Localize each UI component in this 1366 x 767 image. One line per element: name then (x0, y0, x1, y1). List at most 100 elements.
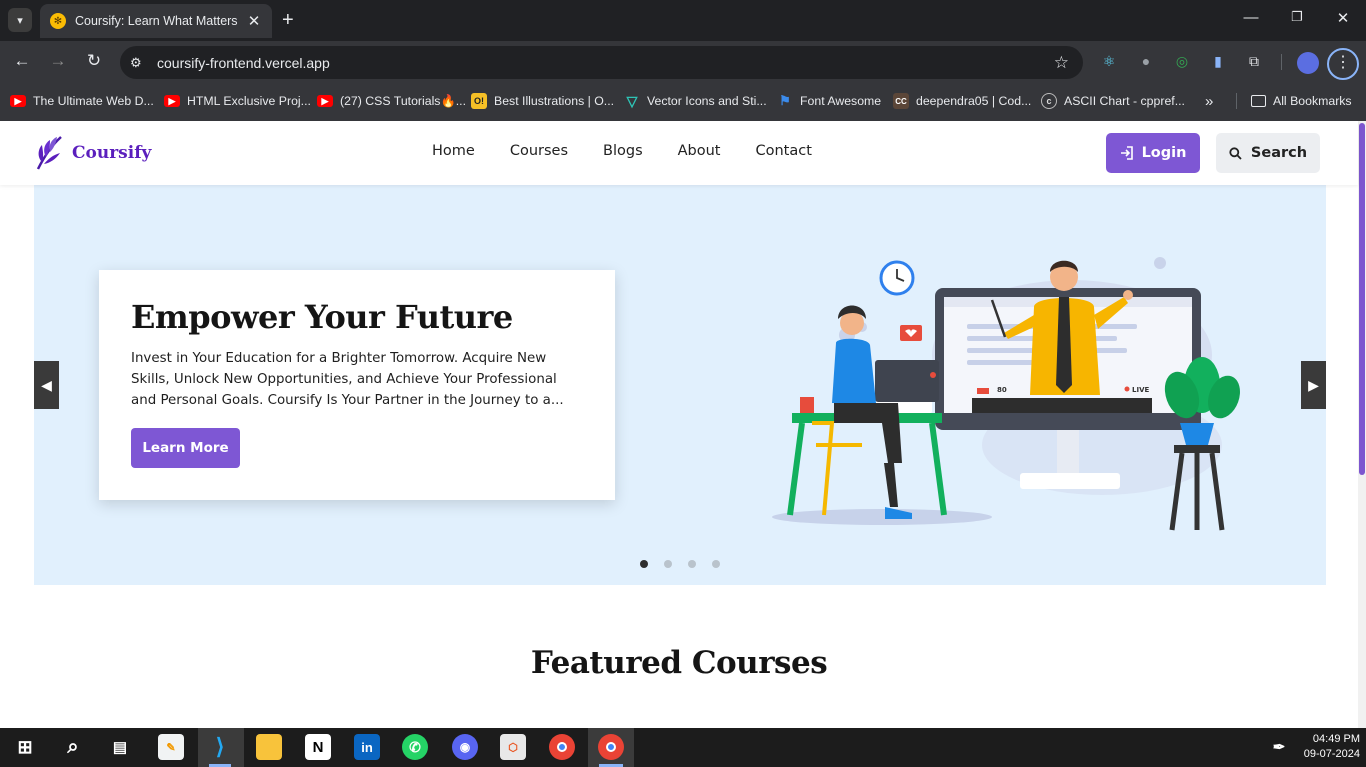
extensions-puzzle-icon[interactable]: ⧉ (1245, 52, 1263, 70)
main-nav: Home Courses Blogs About Contact (432, 143, 847, 159)
carousel-next-icon[interactable]: ▶ (1301, 361, 1326, 409)
minimize-icon[interactable]: — (1241, 9, 1261, 26)
featured-courses-heading: Featured Courses (530, 645, 828, 681)
brand-name: Coursify (72, 143, 152, 163)
font-awesome-icon: ⚑ (779, 93, 791, 108)
chrome-icon[interactable] (549, 734, 575, 760)
notion-icon[interactable]: N (305, 734, 331, 760)
browser-tab[interactable]: ✻ Coursify: Learn What Matters ✕ (40, 4, 272, 38)
carousel-dot[interactable] (712, 560, 720, 568)
extension-doc-icon[interactable]: ▮ (1209, 52, 1227, 70)
extension-ring-icon[interactable]: ◎ (1173, 52, 1191, 70)
bookmark-item[interactable]: ▶ HTML Exclusive Proj... (164, 91, 311, 111)
page-viewport: Coursify Home Courses Blogs About Contac… (0, 121, 1366, 728)
app-installer-icon[interactable]: ⬡ (500, 734, 526, 760)
system-clock[interactable]: 04:49 PM 09-07-2024 (1298, 732, 1360, 762)
clock-time: 04:49 PM (1312, 733, 1360, 745)
bookmark-item[interactable]: c ASCII Chart - cppref... (1041, 91, 1185, 111)
hero-carousel: Empower Your Future Invest in Your Educa… (34, 185, 1326, 585)
profile-avatar[interactable] (1297, 52, 1319, 74)
bookmark-label: Font Awesome (800, 94, 882, 108)
cppreference-icon: c (1041, 93, 1057, 109)
reload-icon[interactable]: ↻ (83, 51, 105, 71)
site-logo[interactable]: Coursify (34, 135, 151, 171)
search-icon[interactable]: ⌕ (60, 734, 86, 760)
url-text[interactable]: coursify-frontend.vercel.app (157, 55, 1054, 71)
app-icon[interactable]: ✎ (158, 734, 184, 760)
file-explorer-icon[interactable] (256, 734, 282, 760)
ouch-icon: O! (471, 93, 487, 109)
learn-more-button[interactable]: Learn More (131, 428, 240, 468)
bookmark-item[interactable]: ⚑ Font Awesome (777, 91, 881, 111)
bookmark-label: ASCII Chart - cppref... (1064, 94, 1185, 108)
close-tab-icon[interactable]: ✕ (246, 12, 262, 30)
nav-link-courses[interactable]: Courses (510, 143, 568, 159)
react-devtools-icon[interactable]: ⚛ (1100, 52, 1118, 70)
scrollbar-thumb[interactable] (1359, 123, 1365, 475)
all-bookmarks-button[interactable]: All Bookmarks (1251, 91, 1352, 111)
close-window-icon[interactable]: ✕ (1333, 9, 1353, 27)
site-info-icon[interactable]: ⚙ (130, 55, 148, 71)
chrome-active-icon[interactable] (598, 734, 624, 760)
carousel-prev-icon[interactable]: ◀ (34, 361, 59, 409)
bookmark-item[interactable]: CC deependra05 | Cod... (893, 91, 1031, 111)
youtube-icon: ▶ (164, 95, 180, 107)
new-tab-icon[interactable]: + (282, 9, 294, 31)
tab-title: Coursify: Learn What Matters (75, 14, 238, 28)
codechef-icon: CC (893, 93, 909, 109)
bookmark-item[interactable]: O! Best Illustrations | O... (471, 91, 614, 111)
task-view-icon[interactable]: ▤ (107, 734, 133, 760)
search-icon (1229, 146, 1242, 160)
linkedin-icon[interactable]: in (354, 734, 380, 760)
search-button[interactable]: Search (1216, 133, 1320, 173)
login-icon (1120, 146, 1133, 160)
more-bookmarks-icon[interactable]: » (1205, 91, 1213, 111)
bookmark-label: HTML Exclusive Proj... (187, 94, 311, 108)
whatsapp-icon[interactable]: ✆ (402, 734, 428, 760)
carousel-dot[interactable] (688, 560, 696, 568)
nav-link-home[interactable]: Home (432, 143, 475, 159)
pen-icon[interactable]: ✒ (1266, 734, 1292, 760)
page-scrollbar[interactable] (1358, 121, 1366, 728)
toolbar-divider (1281, 54, 1282, 70)
bookmark-item[interactable]: ▶ (27) CSS Tutorials🔥... (317, 91, 466, 111)
tab-search-chevron-icon[interactable]: ▾ (8, 8, 32, 32)
login-label: Login (1141, 145, 1187, 161)
coursify-favicon-icon: ✻ (50, 13, 66, 29)
vscode-icon[interactable]: ⟩ (207, 734, 233, 760)
carousel-dot[interactable] (664, 560, 672, 568)
back-icon[interactable]: ← (11, 51, 33, 71)
windows-start-icon[interactable]: ⊞ (12, 734, 38, 760)
bookmark-item[interactable]: ▶ The Ultimate Web D... (10, 91, 154, 111)
bookmark-star-icon[interactable]: ☆ (1054, 53, 1069, 73)
extension-icon[interactable]: ● (1137, 52, 1155, 70)
discord-icon[interactable]: ◉ (452, 734, 478, 760)
address-bar[interactable]: ⚙ coursify-frontend.vercel.app ☆ (120, 46, 1083, 79)
youtube-icon: ▶ (317, 95, 333, 107)
bookmark-label: Best Illustrations | O... (494, 94, 615, 108)
feather-logo-icon (36, 136, 62, 170)
all-bookmarks-label: All Bookmarks (1273, 94, 1352, 108)
site-header: Coursify Home Courses Blogs About Contac… (0, 121, 1358, 185)
bookmark-label: Vector Icons and Sti... (647, 94, 767, 108)
login-button[interactable]: Login (1106, 133, 1200, 173)
browser-toolbar: ← → ↻ ⚙ coursify-frontend.vercel.app ☆ ⚛… (0, 41, 1366, 81)
bookmarks-divider (1236, 93, 1237, 109)
hero-title: Empower Your Future (131, 298, 513, 336)
bookmark-label: deependra05 | Cod... (916, 94, 1032, 108)
windows-taskbar: ⊞ ⌕ ▤ ✎ ⟩ N in ✆ ◉ ⬡ ✒ 04:49 PM 09-07-20… (0, 728, 1366, 767)
clock-date: 09-07-2024 (1303, 748, 1360, 760)
bookmark-item[interactable]: ▽ Vector Icons and Sti... (624, 91, 767, 111)
forward-icon[interactable]: → (47, 51, 69, 71)
hero-description: Invest in Your Education for a Brighter … (131, 351, 564, 408)
search-label: Search (1250, 145, 1308, 161)
nav-link-contact[interactable]: Contact (756, 143, 812, 159)
folder-icon (1251, 95, 1266, 107)
nav-link-blogs[interactable]: Blogs (603, 143, 643, 159)
nav-link-about[interactable]: About (678, 143, 721, 159)
carousel-dot[interactable] (640, 560, 648, 568)
screen-live-label: LIVE (1132, 386, 1149, 394)
restore-icon[interactable]: ❐ (1287, 9, 1307, 25)
browser-menu-icon[interactable]: ⋮ (1327, 48, 1359, 80)
bookmark-label: The Ultimate Web D... (33, 94, 154, 108)
